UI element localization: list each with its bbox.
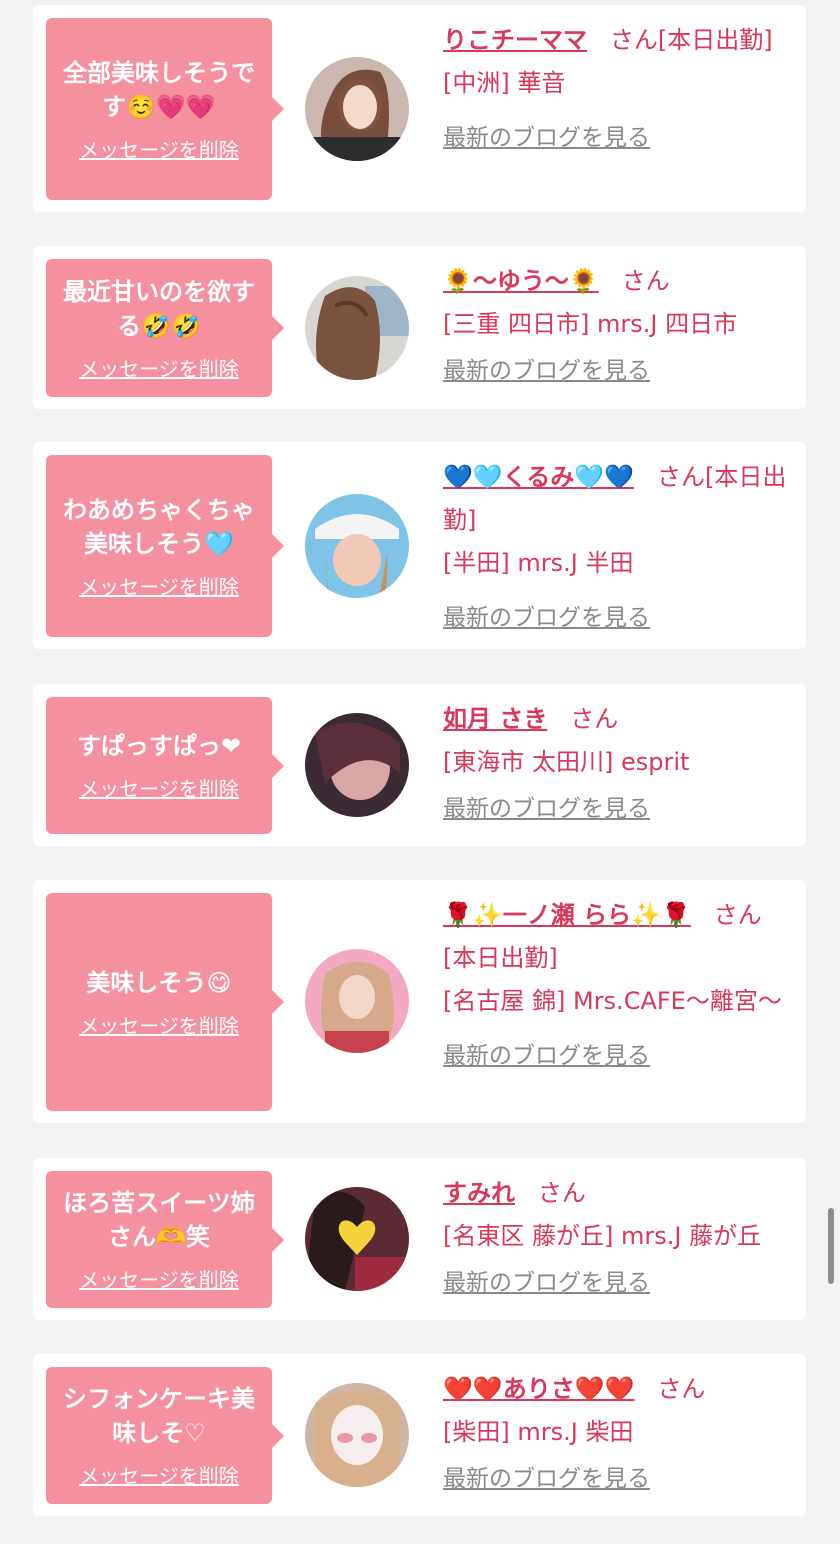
latest-blog-link[interactable]: 最新のブログを見る — [443, 117, 650, 160]
delete-message-link[interactable]: メッセージを削除 — [79, 134, 239, 163]
delete-message-link[interactable]: メッセージを削除 — [79, 773, 239, 802]
cast-name-link[interactable]: 如月 さき — [443, 705, 547, 733]
avatar[interactable] — [305, 949, 409, 1053]
cast-name-link[interactable]: 💙🩵くるみ🩵💙 — [443, 463, 634, 491]
honorific: さん — [537, 1179, 586, 1207]
honorific: さん — [621, 267, 670, 295]
message-text: シフォンケーキ美味しそ♡ — [63, 1385, 255, 1447]
avatar[interactable] — [305, 1383, 409, 1487]
message-card: 最近甘いのを欲する🤣🤣 メッセージを削除 🌻〜ゆう〜🌻 さん [三重 四日市] … — [33, 246, 806, 409]
cast-info: りこチーママ さん[本日出勤] [中洲] 華音 最新のブログを見る — [443, 19, 793, 160]
message-text: すぱっすぱっ❤ — [76, 732, 242, 760]
message-text: 全部美味しそうです☺️💗💗 — [63, 58, 255, 121]
message-card: シフォンケーキ美味しそ♡ メッセージを削除 ❤️❤️ありさ❤️❤️ さん [柴田… — [33, 1354, 806, 1516]
avatar[interactable] — [305, 57, 409, 161]
message-card: 全部美味しそうです☺️💗💗 メッセージを削除 りこチーママ さん[本日出勤] [… — [33, 5, 806, 212]
cast-name-link[interactable]: ❤️❤️ありさ❤️❤️ — [443, 1375, 635, 1403]
delete-message-link[interactable]: メッセージを削除 — [79, 1460, 239, 1489]
shop-name: [名古屋 錦] Mrs.CAFE〜離宮〜 — [443, 987, 782, 1015]
avatar[interactable] — [305, 494, 409, 598]
shop-name: [中洲] 華音 — [443, 69, 566, 97]
scrollbar[interactable] — [828, 1208, 834, 1284]
delete-message-link[interactable]: メッセージを削除 — [79, 353, 239, 382]
delete-message-link[interactable]: メッセージを削除 — [79, 1264, 239, 1293]
cast-info: 🌹✨一ノ瀬 らら✨🌹 さん [本日出勤] [名古屋 錦] Mrs.CAFE〜離宮〜… — [443, 894, 793, 1078]
latest-blog-link[interactable]: 最新のブログを見る — [443, 350, 650, 393]
honorific: さん — [656, 463, 705, 491]
message-card: 美味しそう😋 メッセージを削除 🌹✨一ノ瀬 らら✨🌹 さん [本日出勤] [名古屋… — [33, 880, 806, 1123]
message-bubble: 最近甘いのを欲する🤣🤣 メッセージを削除 — [46, 259, 284, 397]
message-card: ほろ苦スイーツ姉さん🫶笑 メッセージを削除 すみれ さん [名東区 藤が丘] m… — [33, 1158, 806, 1320]
message-bubble: 美味しそう😋 メッセージを削除 — [46, 893, 284, 1111]
message-bubble: わあめちゃくちゃ美味しそう🩵 メッセージを削除 — [46, 455, 284, 637]
message-bubble: すぱっすぱっ❤ メッセージを削除 — [46, 697, 284, 834]
cast-info: 💙🩵くるみ🩵💙 さん[本日出勤] [半田] mrs.J 半田 最新のブログを見る — [443, 456, 793, 640]
shop-name: [柴田] mrs.J 柴田 — [443, 1418, 634, 1446]
avatar[interactable] — [305, 713, 409, 817]
cast-info: ❤️❤️ありさ❤️❤️ さん [柴田] mrs.J 柴田 最新のブログを見る — [443, 1368, 793, 1501]
shop-name: [名東区 藤が丘] mrs.J 藤が丘 — [443, 1222, 762, 1250]
avatar[interactable] — [305, 276, 409, 380]
shop-name: [東海市 太田川] esprit — [443, 748, 690, 776]
avatar[interactable] — [305, 1187, 409, 1291]
cast-info: 如月 さき さん [東海市 太田川] esprit 最新のブログを見る — [443, 698, 793, 831]
message-text: 最近甘いのを欲する🤣🤣 — [63, 277, 255, 340]
cast-name-link[interactable]: すみれ — [443, 1179, 515, 1207]
message-card: すぱっすぱっ❤ メッセージを削除 如月 さき さん [東海市 太田川] espr… — [33, 684, 806, 846]
honorific: さん — [570, 705, 619, 733]
latest-blog-link[interactable]: 最新のブログを見る — [443, 1262, 650, 1305]
shop-name: [三重 四日市] mrs.J 四日市 — [443, 310, 738, 338]
message-bubble: シフォンケーキ美味しそ♡ メッセージを削除 — [46, 1367, 284, 1504]
honorific: さん — [657, 1375, 706, 1403]
cast-info: 🌻〜ゆう〜🌻 さん [三重 四日市] mrs.J 四日市 最新のブログを見る — [443, 260, 793, 393]
latest-blog-link[interactable]: 最新のブログを見る — [443, 788, 650, 831]
delete-message-link[interactable]: メッセージを削除 — [79, 571, 239, 600]
honorific: さん — [609, 26, 658, 54]
latest-blog-link[interactable]: 最新のブログを見る — [443, 597, 650, 640]
message-text: ほろ苦スイーツ姉さん🫶笑 — [63, 1189, 255, 1251]
delete-message-link[interactable]: メッセージを削除 — [79, 1010, 239, 1039]
cast-name-link[interactable]: 🌹✨一ノ瀬 らら✨🌹 — [443, 901, 691, 929]
cast-info: すみれ さん [名東区 藤が丘] mrs.J 藤が丘 最新のブログを見る — [443, 1172, 793, 1305]
message-bubble: 全部美味しそうです☺️💗💗 メッセージを削除 — [46, 18, 284, 200]
message-text: わあめちゃくちゃ美味しそう🩵 — [63, 495, 255, 558]
work-status: [本日出勤] — [443, 944, 558, 972]
shop-name: [半田] mrs.J 半田 — [443, 549, 634, 577]
cast-name-link[interactable]: りこチーママ — [443, 26, 587, 54]
cast-name-link[interactable]: 🌻〜ゆう〜🌻 — [443, 267, 599, 295]
latest-blog-link[interactable]: 最新のブログを見る — [443, 1458, 650, 1501]
honorific: さん — [713, 901, 762, 929]
work-status: [本日出勤] — [657, 26, 773, 54]
message-card: わあめちゃくちゃ美味しそう🩵 メッセージを削除 💙🩵くるみ🩵💙 さん[本日出勤]… — [33, 442, 806, 649]
message-text: 美味しそう😋 — [86, 968, 232, 997]
message-bubble: ほろ苦スイーツ姉さん🫶笑 メッセージを削除 — [46, 1171, 284, 1308]
latest-blog-link[interactable]: 最新のブログを見る — [443, 1035, 650, 1078]
